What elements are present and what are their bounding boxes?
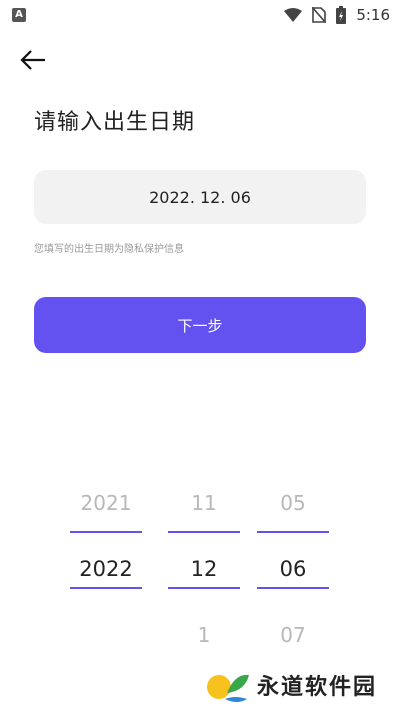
date-picker[interactable]: 2021 2022 11 12 1 05 06 07 <box>0 470 400 650</box>
picker-year-prev[interactable]: 2021 <box>70 470 142 536</box>
picker-month-divider-top <box>168 531 240 533</box>
next-button[interactable]: 下一步 <box>34 297 366 353</box>
notification-a-icon: A <box>12 8 26 22</box>
birth-date-field[interactable]: 2022. 12. 06 <box>34 170 366 224</box>
picker-month-column[interactable]: 11 12 1 <box>168 470 240 668</box>
status-time: 5:16 <box>356 6 390 24</box>
picker-day-divider-bottom <box>257 587 329 589</box>
picker-day-column[interactable]: 05 06 07 <box>257 470 329 668</box>
picker-month-next[interactable]: 1 <box>168 602 240 668</box>
watermark-logo-icon <box>207 674 249 702</box>
page-title: 请输入出生日期 <box>34 110 196 135</box>
status-bar: A 5:16 <box>0 0 400 30</box>
picker-year-divider-bottom <box>70 587 142 589</box>
picker-year-next[interactable] <box>70 602 142 668</box>
birth-date-value: 2022. 12. 06 <box>149 187 251 207</box>
back-button[interactable] <box>16 44 50 76</box>
picker-day-next[interactable]: 07 <box>257 602 329 668</box>
no-sim-icon <box>312 7 327 23</box>
picker-month-divider-bottom <box>168 587 240 589</box>
status-icons: 5:16 <box>284 5 390 25</box>
picker-year-divider-top <box>70 531 142 533</box>
next-button-label: 下一步 <box>177 316 223 335</box>
picker-day-divider-top <box>257 531 329 533</box>
picker-month-selected[interactable]: 12 <box>168 536 240 602</box>
watermark: 永道软件园 <box>205 665 377 705</box>
picker-year-column[interactable]: 2021 2022 <box>70 470 142 668</box>
arrow-left-icon <box>20 50 45 70</box>
watermark-text: 永道软件园 <box>257 674 378 700</box>
picker-day-selected[interactable]: 06 <box>257 536 329 602</box>
picker-day-prev[interactable]: 05 <box>257 470 329 536</box>
wifi-icon <box>284 8 303 22</box>
picker-month-prev[interactable]: 11 <box>168 470 240 536</box>
battery-charging-icon <box>336 6 347 24</box>
picker-year-selected[interactable]: 2022 <box>70 536 142 602</box>
privacy-hint: 您填写的出生日期为隐私保护信息 <box>34 244 184 255</box>
